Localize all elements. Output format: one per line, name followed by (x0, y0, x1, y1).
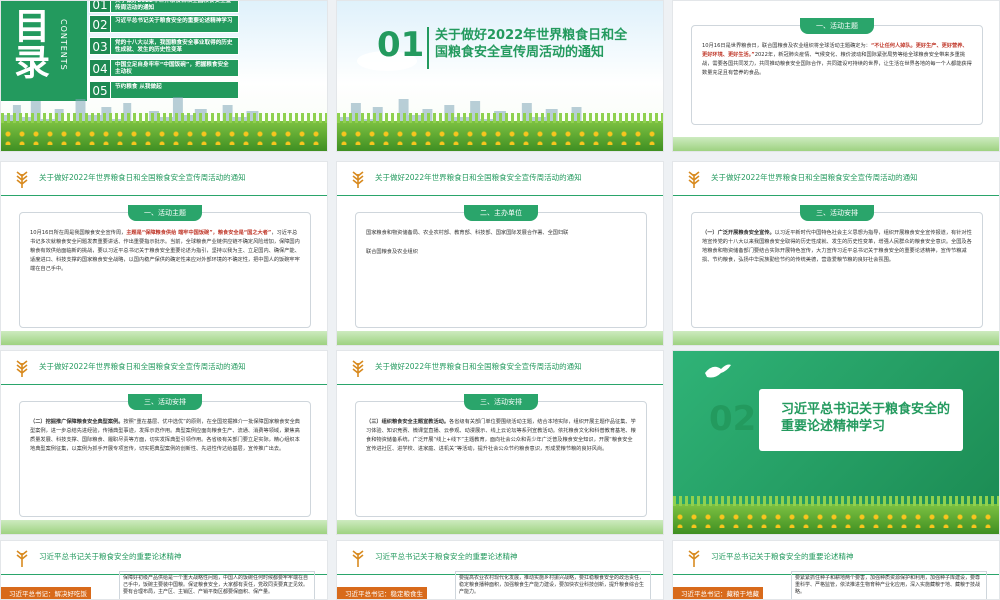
toc-text: 关于做好2022年世界粮食日和全国粮食安全宣传周活动的通知 (111, 1, 239, 13)
section-pill: 二、主办单位 (464, 205, 538, 221)
toc-item-1[interactable]: 01 关于做好2022年世界粮食日和全国粮食安全宣传周活动的通知 (89, 1, 239, 13)
card-body: （三）组织粮食安全主题宣教活动。各省级有关部门单位要围绕活动主题，结合本地实际，… (366, 419, 636, 452)
slide-activity-plan-2[interactable]: 关于做好2022年世界粮食日和全国粮食安全宣传周活动的通知 三、活动安排 （二）… (0, 350, 328, 535)
section-number: 01 (377, 25, 425, 65)
toc-item-3[interactable]: 03 党的十八大以来，我国粮食安全事业取得的历史性成就、发生的历史性变革 (89, 37, 239, 55)
toc-text: 党的十八大以来，我国粮食安全事业取得的历史性成就、发生的历史性变革 (111, 37, 239, 55)
toc-num: 03 (89, 37, 111, 55)
slide-activity-theme-1[interactable]: 一、活动主题 10月16日是世界粮食日，联合国粮食及农业组织将全球活动主题确定为… (672, 0, 1000, 152)
section-pill: 三、活动安排 (128, 394, 202, 410)
wheat-logo-icon (16, 550, 28, 567)
section-pill: 三、活动安排 (800, 205, 874, 221)
slide-activity-plan-3[interactable]: 关于做好2022年世界粮食日和全国粮食安全宣传周活动的通知 三、活动安排 （三）… (336, 350, 664, 535)
slide-header: 关于做好2022年世界粮食日和全国粮食安全宣传周活动的通知 (337, 351, 663, 385)
footer-grass (337, 331, 663, 345)
slide-organizers[interactable]: 关于做好2022年世界粮食日和全国粮食安全宣传周活动的通知 二、主办单位 国家粮… (336, 161, 664, 346)
slide-header: 习近平总书记关于粮食安全的重要论述精神 (337, 541, 663, 575)
slide-section-02[interactable]: 02 习近平总书记关于粮食安全的重要论述精神学习 (672, 350, 1000, 535)
card-body: 10月16日所在周是我国粮食安全宣传周，主题是“保障粮食供给 端牢中国饭碗”，粮… (30, 230, 300, 272)
flower-decoration (337, 129, 663, 145)
header-title: 关于做好2022年世界粮食日和全国粮食安全宣传周活动的通知 (39, 173, 246, 182)
flower-decoration (673, 512, 999, 528)
section-title: 习近平总书记关于粮食安全的重要论述精神学习 (781, 402, 951, 434)
toc-item-4[interactable]: 04 中国立足自身牢牢“中国饭碗”，把握粮食安全主动权 (89, 59, 239, 77)
speech-card: 保障好初级产品供给是一个重大战略性问题，中国人的饭碗任何时候都要牢牢端在自己手中… (119, 571, 315, 599)
slide-activity-plan-1[interactable]: 关于做好2022年世界粮食日和全国粮食安全宣传周活动的通知 三、活动安排 （一）… (672, 161, 1000, 346)
content-card: 二、主办单位 国家粮食和物资储备局、农业农村部、教育部、科技部、国家国际发展合作… (355, 205, 647, 328)
header-title: 习近平总书记关于粮食安全的重要论述精神 (711, 552, 854, 561)
speech-card: 要紧紧抓住种子和耕地两个要害，加强种质资源保护和利用，加强种子库建设，要尊重科学… (791, 571, 987, 599)
content-card: 一、活动主题 10月16日是世界粮食日，联合国粮食及农业组织将全球活动主题确定为… (691, 18, 983, 125)
toc-num: 01 (89, 1, 111, 13)
header-title: 关于做好2022年世界粮食日和全国粮食安全宣传周活动的通知 (39, 362, 246, 371)
card-body: （二）挖掘推广保障粮食安全典型案例。按照“重在基层、优中选优”的原则，在全国挖掘… (30, 419, 300, 452)
slide-toc[interactable]: 目录 CONTENTS 01 关于做好2022年世界粮食日和全国粮食安全宣传周活… (0, 0, 328, 152)
wheat-logo-icon (352, 550, 364, 567)
header-title: 关于做好2022年世界粮食日和全国粮食安全宣传周活动的通知 (375, 173, 582, 182)
toc-num: 04 (89, 59, 111, 77)
footer-grass (1, 520, 327, 534)
wheat-logo-icon (688, 171, 700, 188)
speech-tag: 习近平总书记：解决好吃饭问题 (1, 587, 91, 599)
section-title: 关于做好2022年世界粮食日和全国粮食安全宣传周活动的通知 (435, 28, 628, 60)
slide-activity-theme-2[interactable]: 关于做好2022年世界粮食日和全国粮食安全宣传周活动的通知 一、活动主题 10月… (0, 161, 328, 346)
footer-grass (337, 520, 663, 534)
content-card: 三、活动安排 （三）组织粮食安全主题宣教活动。各省级有关部门单位要围绕活动主题，… (355, 394, 647, 517)
flower-decoration (1, 129, 327, 145)
section-heading: 01 关于做好2022年世界粮食日和全国粮食安全宣传周活动的通知 (377, 23, 637, 81)
section-pill: 三、活动安排 (464, 394, 538, 410)
section-pill: 一、活动主题 (800, 18, 874, 34)
slide-header: 习近平总书记关于粮食安全的重要论述精神 (673, 541, 999, 575)
slide-section-01[interactable]: 01 关于做好2022年世界粮食日和全国粮食安全宣传周活动的通知 (336, 0, 664, 152)
slide-thumbnail-grid: 目录 CONTENTS 01 关于做好2022年世界粮食日和全国粮食安全宣传周活… (0, 0, 1000, 600)
slide-speech-2[interactable]: 习近平总书记关于粮食安全的重要论述精神 习近平总书记：稳定粮食生产 要提高农业农… (336, 540, 664, 600)
card-body: 国家粮食和物资储备局、农业农村部、教育部、科技部、国家国际发展合作署、全国妇联联… (366, 230, 569, 255)
wheat-logo-icon (352, 171, 364, 188)
speech-tag: 习近平总书记：稳定粮食生产 (337, 587, 427, 599)
slide-speech-3[interactable]: 习近平总书记关于粮食安全的重要论述精神 习近平总书记：藏粮于地藏粮于技 要紧紧抓… (672, 540, 1000, 600)
toc-en: CONTENTS (59, 19, 68, 71)
speech-tag: 习近平总书记：藏粮于地藏粮于技 (673, 587, 763, 599)
section-pill: 一、活动主题 (128, 205, 202, 221)
header-title: 关于做好2022年世界粮食日和全国粮食安全宣传周活动的通知 (375, 362, 582, 371)
section-number: 02 (709, 399, 757, 439)
slide-header: 关于做好2022年世界粮食日和全国粮食安全宣传周活动的通知 (337, 162, 663, 196)
speech-card: 要提高农业农村现代化发展，推动实施乡村振兴战略，要扛稳粮食安全的政治责任，稳定粮… (455, 571, 651, 599)
header-title: 习近平总书记关于粮食安全的重要论述精神 (39, 552, 182, 561)
wheat-logo-icon (16, 360, 28, 377)
toc-item-2[interactable]: 02 习近平总书记关于粮食安全的重要论述精神学习 (89, 15, 239, 33)
toc-text: 习近平总书记关于粮食安全的重要论述精神学习 (111, 15, 239, 33)
content-card: 三、活动安排 （二）挖掘推广保障粮食安全典型案例。按照“重在基层、优中选优”的原… (19, 394, 311, 517)
card-body: 10月16日是世界粮食日，联合国粮食及农业组织将全球活动主题确定为：“不让任何人… (702, 43, 972, 76)
wheat-logo-icon (688, 550, 700, 567)
wheat-logo-icon (352, 360, 364, 377)
content-card: 三、活动安排 （一）广泛开展粮食安全宣传。以习近平新时代中国特色社会主义思想为指… (691, 205, 983, 328)
header-title: 关于做好2022年世界粮食日和全国粮食安全宣传周活动的通知 (711, 173, 918, 182)
footer-grass (1, 331, 327, 345)
content-card: 一、活动主题 10月16日所在周是我国粮食安全宣传周，主题是“保障粮食供给 端牢… (19, 205, 311, 328)
slide-header: 关于做好2022年世界粮食日和全国粮食安全宣传周活动的通知 (673, 162, 999, 196)
slide-header: 习近平总书记关于粮食安全的重要论述精神 (1, 541, 327, 575)
toc-title: 目录 (8, 7, 49, 79)
dove-icon (705, 364, 731, 378)
wheat-logo-icon (16, 171, 28, 188)
slide-header: 关于做好2022年世界粮食日和全国粮食安全宣传周活动的通知 (1, 162, 327, 196)
slide-header: 关于做好2022年世界粮食日和全国粮食安全宣传周活动的通知 (1, 351, 327, 385)
card-body: （一）广泛开展粮食安全宣传。以习近平新时代中国特色社会主义思想为指导，组织开展粮… (702, 230, 972, 263)
toc-text: 中国立足自身牢牢“中国饭碗”，把握粮食安全主动权 (111, 59, 239, 77)
toc-num: 02 (89, 15, 111, 33)
footer-grass (673, 331, 999, 345)
footer-grass (673, 137, 999, 151)
toc-title-block: 目录 CONTENTS (1, 1, 87, 101)
slide-speech-1[interactable]: 习近平总书记关于粮食安全的重要论述精神 习近平总书记：解决好吃饭问题 保障好初级… (0, 540, 328, 600)
header-title: 习近平总书记关于粮食安全的重要论述精神 (375, 552, 518, 561)
